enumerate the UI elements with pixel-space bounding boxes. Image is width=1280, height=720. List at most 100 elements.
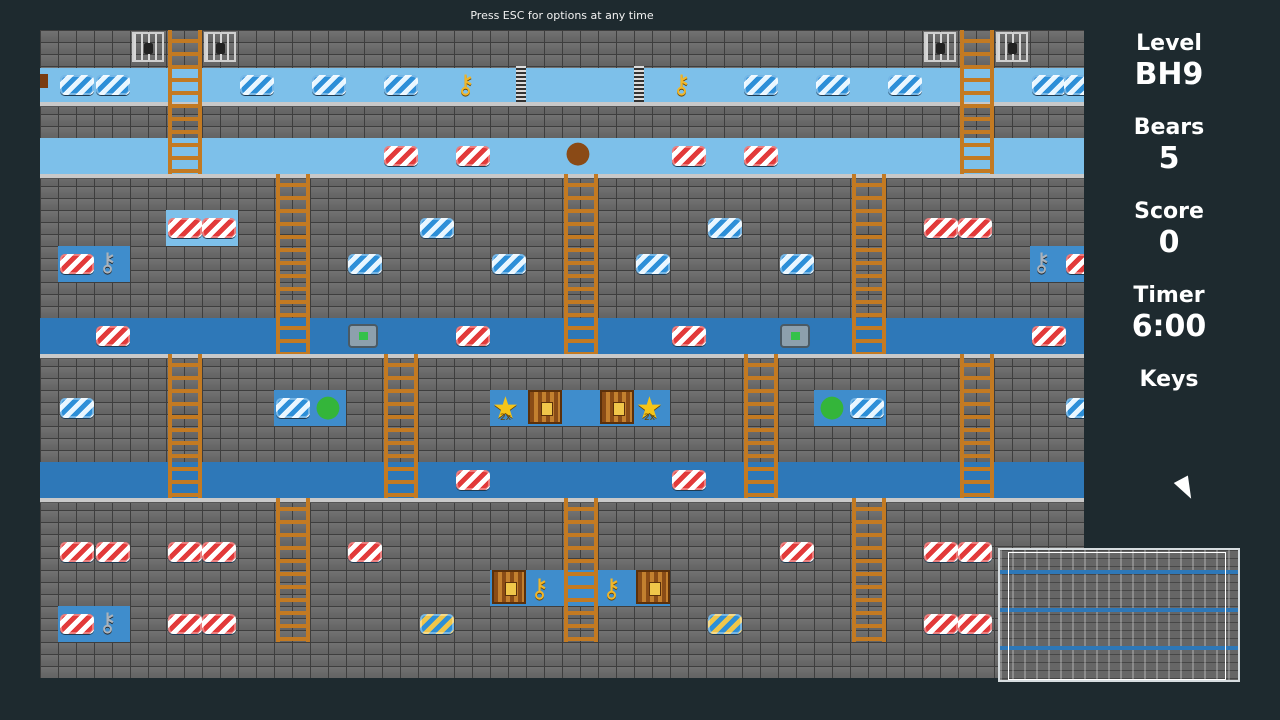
candy-icon xyxy=(1032,75,1066,95)
candy-icon xyxy=(744,146,778,166)
candy-icon xyxy=(672,146,706,166)
candy-icon xyxy=(456,146,490,166)
cage-icon xyxy=(204,32,236,62)
ladder xyxy=(168,30,202,174)
candy-icon xyxy=(348,542,382,562)
key-icon: ⚷ xyxy=(456,70,476,100)
candy-icon xyxy=(202,218,236,238)
candy-icon xyxy=(1066,254,1084,274)
key-icon: ⚷ xyxy=(98,608,118,638)
candy-icon xyxy=(780,542,814,562)
key-icon: ⚷ xyxy=(1032,248,1052,278)
candy-icon xyxy=(816,75,850,95)
minimap-viewport[interactable] xyxy=(1008,552,1226,680)
ladder xyxy=(852,498,886,642)
candy-icon xyxy=(708,614,742,634)
candy-icon xyxy=(958,542,992,562)
score-label: Score xyxy=(1134,199,1204,224)
candy-icon xyxy=(60,542,94,562)
star-bonus-icon: ★ 2x xyxy=(492,391,519,426)
candy-icon xyxy=(958,614,992,634)
ladder xyxy=(276,174,310,354)
game-board[interactable]: ⚷ ⚷ ● ⚷ ⚷ ● ★ 2x ★ 2x ● ⚷ ⚷ ⚷ xyxy=(40,30,1084,678)
candy-icon xyxy=(96,326,130,346)
ladder xyxy=(384,354,418,498)
enemy-icon: ● xyxy=(314,389,342,424)
ladder xyxy=(852,174,886,354)
enemy-icon: ● xyxy=(818,389,846,424)
bears-value: 5 xyxy=(1158,141,1180,176)
key-icon: ⚷ xyxy=(602,574,622,604)
gate-icon xyxy=(348,324,378,348)
mouse-cursor-icon xyxy=(1173,475,1199,503)
candy-icon xyxy=(636,254,670,274)
candy-icon xyxy=(924,614,958,634)
candy-icon xyxy=(850,398,884,418)
gate-icon xyxy=(780,324,810,348)
candy-icon xyxy=(168,614,202,634)
ladder xyxy=(960,354,994,498)
bear-icon[interactable]: ● xyxy=(560,138,596,174)
candy-icon xyxy=(96,75,130,95)
ladder xyxy=(168,354,202,498)
crate-icon xyxy=(528,390,562,424)
candy-icon xyxy=(924,218,958,238)
timer-value: 6:00 xyxy=(1131,309,1207,344)
cage-icon xyxy=(996,32,1028,62)
corridor-middle xyxy=(40,318,1084,354)
candy-icon xyxy=(384,146,418,166)
candy-icon xyxy=(672,326,706,346)
candy-icon xyxy=(60,254,94,274)
candy-icon xyxy=(924,542,958,562)
candy-icon xyxy=(888,75,922,95)
candy-icon xyxy=(1032,326,1066,346)
candy-icon xyxy=(384,75,418,95)
candy-icon xyxy=(1066,398,1084,418)
crate-icon xyxy=(636,570,670,604)
keys-label: Keys xyxy=(1139,367,1199,392)
candy-icon xyxy=(60,398,94,418)
candy-icon xyxy=(420,218,454,238)
candy-icon xyxy=(672,470,706,490)
candy-icon xyxy=(456,326,490,346)
crate-icon xyxy=(492,570,526,604)
candy-icon xyxy=(60,614,94,634)
hint-text: Press ESC for options at any time xyxy=(470,9,654,22)
candy-icon xyxy=(708,218,742,238)
key-icon: ⚷ xyxy=(98,248,118,278)
candy-icon xyxy=(202,614,236,634)
candy-icon xyxy=(780,254,814,274)
ladder xyxy=(744,354,778,498)
candy-icon xyxy=(202,542,236,562)
candy-icon xyxy=(744,75,778,95)
ladder xyxy=(564,498,598,642)
candy-icon xyxy=(456,470,490,490)
candy-icon xyxy=(348,254,382,274)
crate-icon xyxy=(600,390,634,424)
cage-icon xyxy=(132,32,164,62)
ledge xyxy=(40,498,1084,502)
bears-label: Bears xyxy=(1133,115,1205,140)
candy-icon xyxy=(958,218,992,238)
candy-icon xyxy=(312,75,346,95)
candy-icon xyxy=(420,614,454,634)
ledge xyxy=(40,174,1084,178)
ladder xyxy=(276,498,310,642)
spikes-icon xyxy=(634,66,644,102)
candy-icon xyxy=(1064,75,1084,95)
candy-icon xyxy=(168,218,202,238)
spikes-icon xyxy=(516,66,526,102)
door-icon xyxy=(40,74,48,88)
key-icon: ⚷ xyxy=(672,70,692,100)
cage-icon xyxy=(924,32,956,62)
ladder xyxy=(564,174,598,354)
level-value: BH9 xyxy=(1134,57,1204,92)
candy-icon xyxy=(492,254,526,274)
candy-icon xyxy=(168,542,202,562)
level-label: Level xyxy=(1136,31,1202,56)
candy-icon xyxy=(276,398,310,418)
star-bonus-icon: ★ 2x xyxy=(636,391,663,426)
ladder xyxy=(960,30,994,174)
minimap[interactable] xyxy=(998,548,1240,682)
key-icon: ⚷ xyxy=(530,574,550,604)
